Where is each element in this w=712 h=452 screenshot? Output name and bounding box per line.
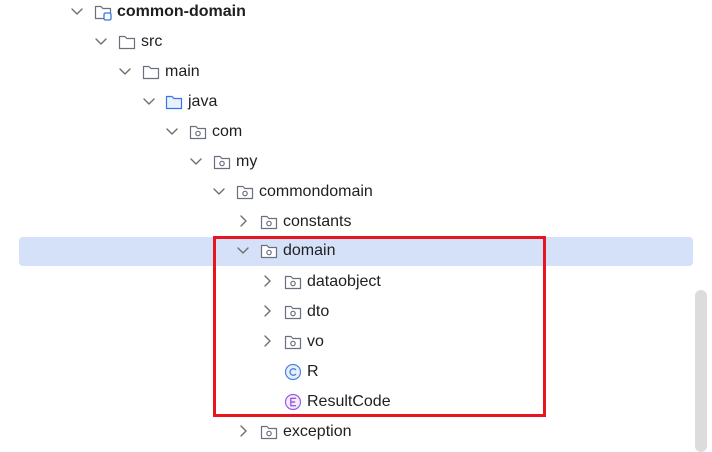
tree-node-com[interactable]: com bbox=[0, 117, 700, 147]
tree-node-label: constants bbox=[283, 213, 352, 230]
folder-icon bbox=[117, 32, 137, 52]
tree-node-label: common-domain bbox=[117, 3, 246, 20]
tree-node-my[interactable]: my bbox=[0, 147, 700, 177]
tree-node-label: exception bbox=[283, 423, 352, 440]
tree-node-commondomain[interactable]: commondomain bbox=[0, 177, 700, 207]
package-icon bbox=[259, 212, 279, 232]
annotation-highlight-box bbox=[213, 236, 546, 417]
package-icon bbox=[235, 182, 255, 202]
tree-node-label: main bbox=[165, 63, 200, 80]
chevron-down-icon[interactable] bbox=[118, 64, 132, 78]
tree-node-label: com bbox=[212, 123, 243, 140]
package-icon bbox=[188, 122, 208, 142]
chevron-right-icon[interactable] bbox=[236, 424, 250, 438]
tree-node-label: src bbox=[141, 33, 163, 50]
chevron-down-icon[interactable] bbox=[165, 124, 179, 138]
package-icon bbox=[212, 152, 232, 172]
module-folder-icon bbox=[93, 2, 113, 22]
tree-node-label: commondomain bbox=[259, 183, 373, 200]
tree-node-main[interactable]: main bbox=[0, 57, 700, 87]
source-root-folder-icon bbox=[164, 92, 184, 112]
tree-node-constants[interactable]: constants bbox=[0, 207, 700, 237]
tree-node-src[interactable]: src bbox=[0, 27, 700, 57]
tree-node-exception[interactable]: exception bbox=[0, 417, 700, 447]
chevron-down-icon[interactable] bbox=[212, 184, 226, 198]
vertical-scrollbar-thumb[interactable] bbox=[695, 290, 707, 452]
chevron-down-icon[interactable] bbox=[70, 4, 84, 18]
tree-node-label: my bbox=[236, 153, 258, 170]
folder-icon bbox=[141, 62, 161, 82]
chevron-down-icon[interactable] bbox=[94, 34, 108, 48]
tree-node-java[interactable]: java bbox=[0, 87, 700, 117]
chevron-right-icon[interactable] bbox=[236, 214, 250, 228]
tree-node-common-domain[interactable]: common-domain bbox=[0, 0, 700, 27]
package-icon bbox=[259, 422, 279, 442]
chevron-down-icon[interactable] bbox=[142, 94, 156, 108]
tree-node-label: java bbox=[188, 93, 218, 110]
chevron-down-icon[interactable] bbox=[189, 154, 203, 168]
